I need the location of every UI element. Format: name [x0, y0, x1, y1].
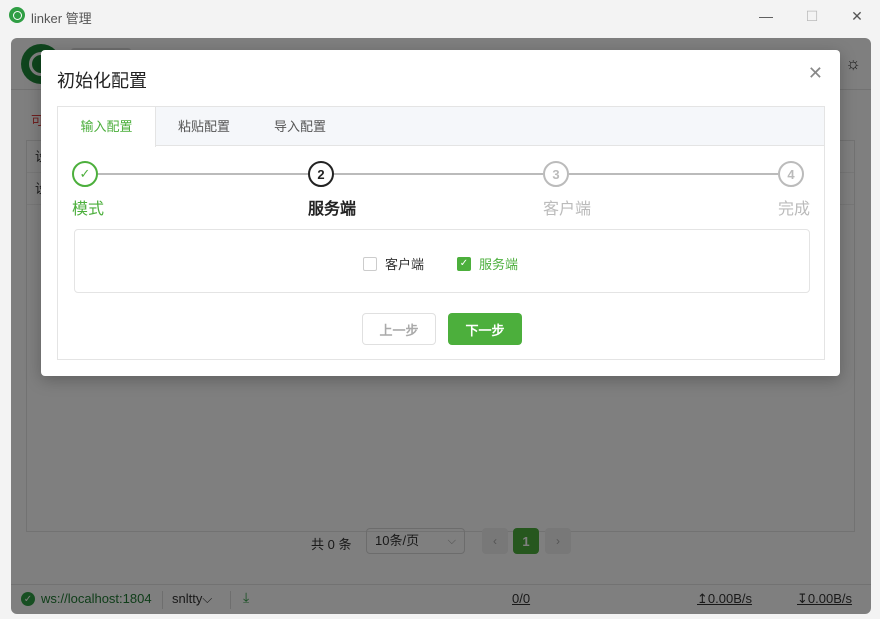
client-checkbox[interactable]: 客户端	[363, 254, 424, 273]
prev-step-button[interactable]: 上一步	[362, 313, 436, 345]
step-1-check-icon: ✓	[72, 161, 98, 187]
step-3-label: 客户端	[543, 201, 592, 218]
server-checkbox[interactable]: ✓ 服务端	[457, 254, 518, 273]
tab-input-config[interactable]: 输入配置	[58, 107, 156, 147]
server-label: 服务端	[479, 257, 519, 272]
tab-list: 输入配置 粘贴配置 导入配置	[58, 107, 824, 147]
step-1-label: 模式	[72, 201, 105, 218]
window-titlebar: linker 管理 — ☐ ✕	[0, 0, 880, 32]
check-icon: ✓	[457, 256, 471, 271]
tab-import-config[interactable]: 导入配置	[252, 107, 348, 146]
step-connector	[334, 173, 543, 175]
step-connector	[569, 173, 778, 175]
window-title: linker 管理	[31, 11, 92, 26]
minimize-button[interactable]: —	[743, 0, 789, 32]
checkbox-icon	[363, 256, 377, 271]
app-logo-icon	[9, 7, 25, 23]
dialog-close-icon[interactable]: ✕	[808, 63, 823, 84]
step-connector	[98, 173, 308, 175]
close-window-button[interactable]: ✕	[834, 0, 880, 32]
tab-paste-config[interactable]: 粘贴配置	[156, 107, 252, 146]
mode-options: 客户端 ✓ 服务端	[74, 229, 810, 293]
client-label: 客户端	[385, 257, 425, 272]
step-4-number: 4	[778, 161, 804, 187]
steps: ✓ 模式 2 服务端 3 客户端 4 完成	[58, 147, 824, 227]
step-4-label: 完成	[778, 201, 811, 218]
dialog-title: 初始化配置	[57, 71, 147, 91]
step-3-number: 3	[543, 161, 569, 187]
next-step-button[interactable]: 下一步	[448, 313, 522, 345]
step-2-number: 2	[308, 161, 334, 187]
init-config-dialog: 初始化配置 ✕ 输入配置 粘贴配置 导入配置 ✓ 模式 2 服务端 3 客户端 …	[41, 50, 840, 376]
step-2-label: 服务端	[308, 201, 357, 218]
config-tabs: 输入配置 粘贴配置 导入配置 ✓ 模式 2 服务端 3 客户端 4 完成 客户端…	[57, 106, 825, 360]
maximize-button[interactable]: ☐	[789, 0, 835, 32]
